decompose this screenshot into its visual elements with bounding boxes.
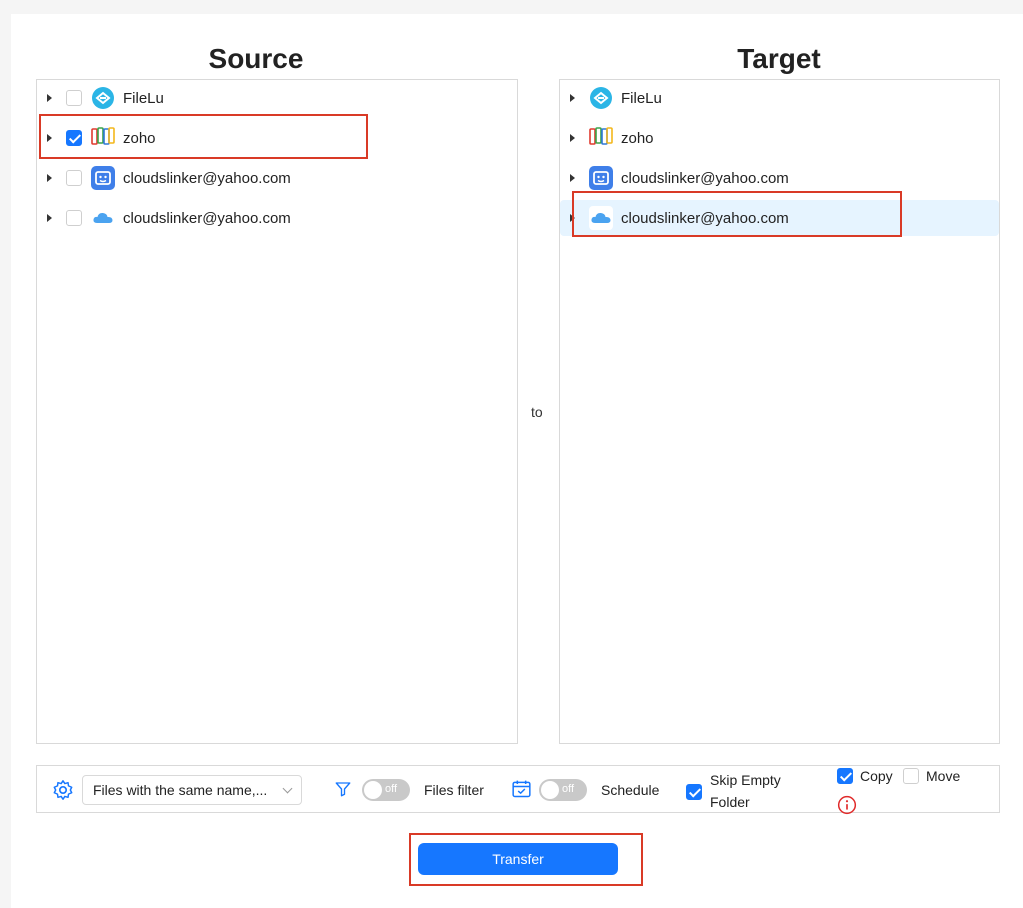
target-panel: FileLu zoho cloudslinker@yahoo.com cloud… bbox=[559, 79, 1000, 744]
schedule-toggle[interactable]: off bbox=[539, 779, 587, 801]
toggle-knob bbox=[364, 781, 382, 799]
expand-caret-icon[interactable] bbox=[570, 94, 575, 102]
target-item-label: FileLu bbox=[621, 89, 662, 107]
skip-empty-folder-label-line2: Folder bbox=[710, 794, 750, 810]
conflict-select[interactable]: Files with the same name,... bbox=[82, 775, 302, 805]
source-item-label: FileLu bbox=[123, 89, 164, 107]
toggle-knob bbox=[541, 781, 559, 799]
files-filter-label: Files filter bbox=[424, 782, 484, 798]
info-icon[interactable] bbox=[837, 795, 857, 820]
connector-label: to bbox=[531, 404, 543, 420]
icloud-icon bbox=[91, 206, 115, 230]
move-label: Move bbox=[926, 768, 961, 784]
files-filter-toggle-state: off bbox=[385, 783, 398, 795]
copy-checkbox[interactable] bbox=[837, 768, 853, 784]
expand-caret-icon[interactable] bbox=[47, 214, 52, 222]
schedule-label: Schedule bbox=[601, 782, 660, 798]
skip-empty-folder-label-line1: Skip Empty bbox=[710, 772, 781, 788]
chevron-down-icon bbox=[282, 783, 293, 794]
target-item-zoho[interactable]: zoho bbox=[560, 120, 999, 156]
source-checkbox-yahoo[interactable] bbox=[66, 170, 82, 186]
schedule-toggle-state: off bbox=[562, 783, 575, 795]
calendar-icon bbox=[511, 779, 532, 804]
transfer-button[interactable]: Transfer bbox=[418, 843, 618, 875]
source-item-filelu[interactable]: FileLu bbox=[37, 80, 517, 116]
expand-caret-icon[interactable] bbox=[47, 174, 52, 182]
zoho-icon bbox=[589, 126, 613, 150]
target-item-label: zoho bbox=[621, 129, 654, 147]
yahoo-mail-icon bbox=[91, 166, 115, 190]
source-selection-highlight bbox=[39, 114, 368, 159]
source-checkbox-icloud[interactable] bbox=[66, 210, 82, 226]
target-title: Target bbox=[737, 43, 821, 74]
copy-label: Copy bbox=[860, 768, 893, 784]
expand-caret-icon[interactable] bbox=[570, 134, 575, 142]
files-filter-toggle[interactable]: off bbox=[362, 779, 410, 801]
source-item-icloud[interactable]: cloudslinker@yahoo.com bbox=[37, 200, 517, 236]
target-item-label: cloudslinker@yahoo.com bbox=[621, 169, 789, 187]
yahoo-mail-icon bbox=[589, 166, 613, 190]
source-title: Source bbox=[208, 43, 304, 74]
source-item-label: cloudslinker@yahoo.com bbox=[123, 209, 291, 227]
filter-funnel-icon bbox=[334, 780, 352, 803]
filelu-icon bbox=[589, 86, 613, 110]
source-panel: FileLu zoho cloudslinker@yahoo.com cloud… bbox=[36, 79, 518, 744]
options-bar: Files with the same name,... off Files f… bbox=[36, 765, 1000, 815]
expand-caret-icon[interactable] bbox=[570, 174, 575, 182]
source-item-yahoo[interactable]: cloudslinker@yahoo.com bbox=[37, 160, 517, 196]
skip-empty-folder-checkbox[interactable] bbox=[686, 784, 702, 800]
expand-caret-icon[interactable] bbox=[47, 94, 52, 102]
settings-gear-icon[interactable] bbox=[52, 779, 74, 806]
filelu-icon bbox=[91, 86, 115, 110]
source-item-label: cloudslinker@yahoo.com bbox=[123, 169, 291, 187]
conflict-select-value: Files with the same name,... bbox=[93, 782, 268, 798]
target-item-filelu[interactable]: FileLu bbox=[560, 80, 999, 116]
target-selection-highlight bbox=[572, 191, 902, 237]
move-checkbox[interactable] bbox=[903, 768, 919, 784]
source-checkbox-filelu[interactable] bbox=[66, 90, 82, 106]
